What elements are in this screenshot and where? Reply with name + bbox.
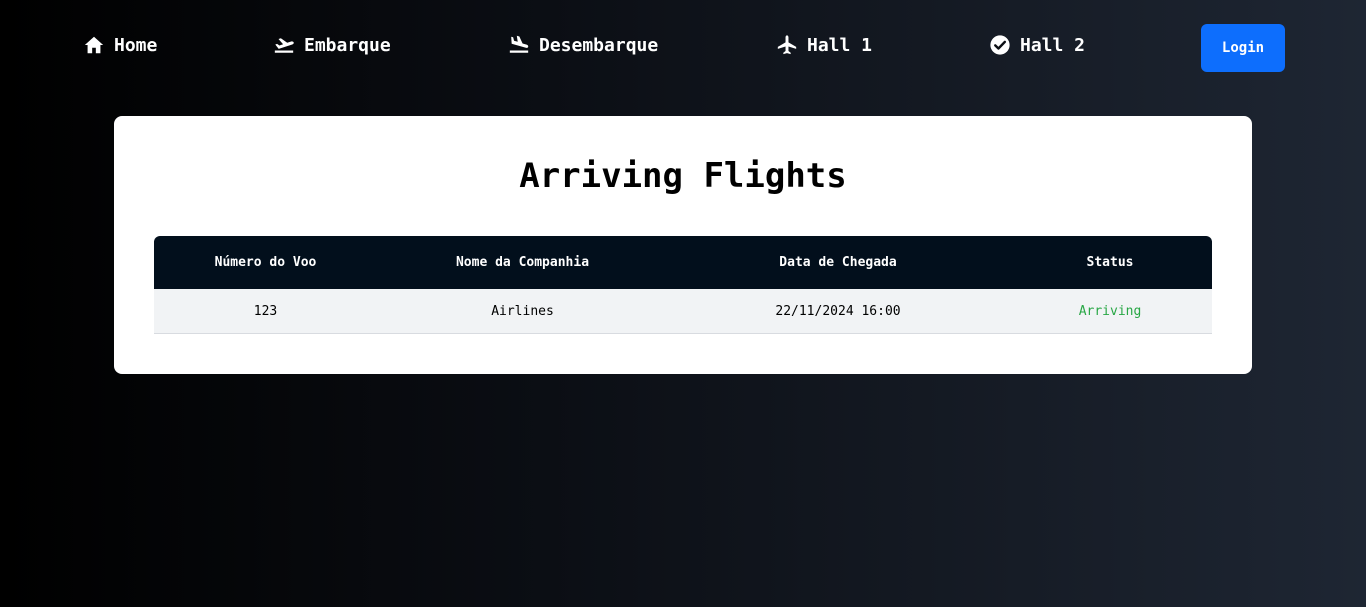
arriving-flights-card: Arriving Flights Número do Voo Nome da C…	[114, 116, 1252, 374]
nav-item-hall-2[interactable]: Hall 2	[989, 33, 1085, 57]
nav-item-label: Home	[114, 34, 158, 56]
plane-arrival-icon	[508, 34, 530, 56]
status-cell: Arriving	[1008, 289, 1212, 334]
nav-item-embarque[interactable]: Embarque	[273, 33, 391, 57]
nav-item-label: Hall 2	[1020, 34, 1086, 56]
column-header-flight-number: Número do Voo	[154, 236, 377, 289]
home-icon	[83, 34, 105, 56]
column-header-company: Nome da Companhia	[377, 236, 668, 289]
flight-number-cell: 123	[154, 289, 377, 334]
plane-departure-icon	[273, 34, 295, 56]
nav-item-desembarque[interactable]: Desembarque	[508, 33, 658, 57]
nav-item-label: Embarque	[304, 34, 391, 56]
column-header-status: Status	[1008, 236, 1212, 289]
arrival-date-cell: 22/11/2024 16:00	[668, 289, 1008, 334]
plane-icon	[776, 34, 798, 56]
column-header-arrival-date: Data de Chegada	[668, 236, 1008, 289]
company-cell: Airlines	[377, 289, 668, 334]
nav-item-home[interactable]: Home	[83, 33, 157, 57]
flights-table: Número do Voo Nome da Companhia Data de …	[154, 236, 1212, 334]
table-row: 123 Airlines 22/11/2024 16:00 Arriving	[154, 289, 1212, 334]
nav-item-label: Hall 1	[807, 34, 873, 56]
top-navbar: Home Embarque Desembarque Hall 1 Hall 2 …	[0, 0, 1366, 96]
nav-item-label: Desembarque	[539, 34, 659, 56]
login-button[interactable]: Login	[1201, 24, 1285, 72]
table-header-row: Número do Voo Nome da Companhia Data de …	[154, 236, 1212, 289]
check-circle-icon	[989, 34, 1011, 56]
page-title: Arriving Flights	[519, 156, 847, 196]
nav-item-hall-1[interactable]: Hall 1	[776, 33, 872, 57]
